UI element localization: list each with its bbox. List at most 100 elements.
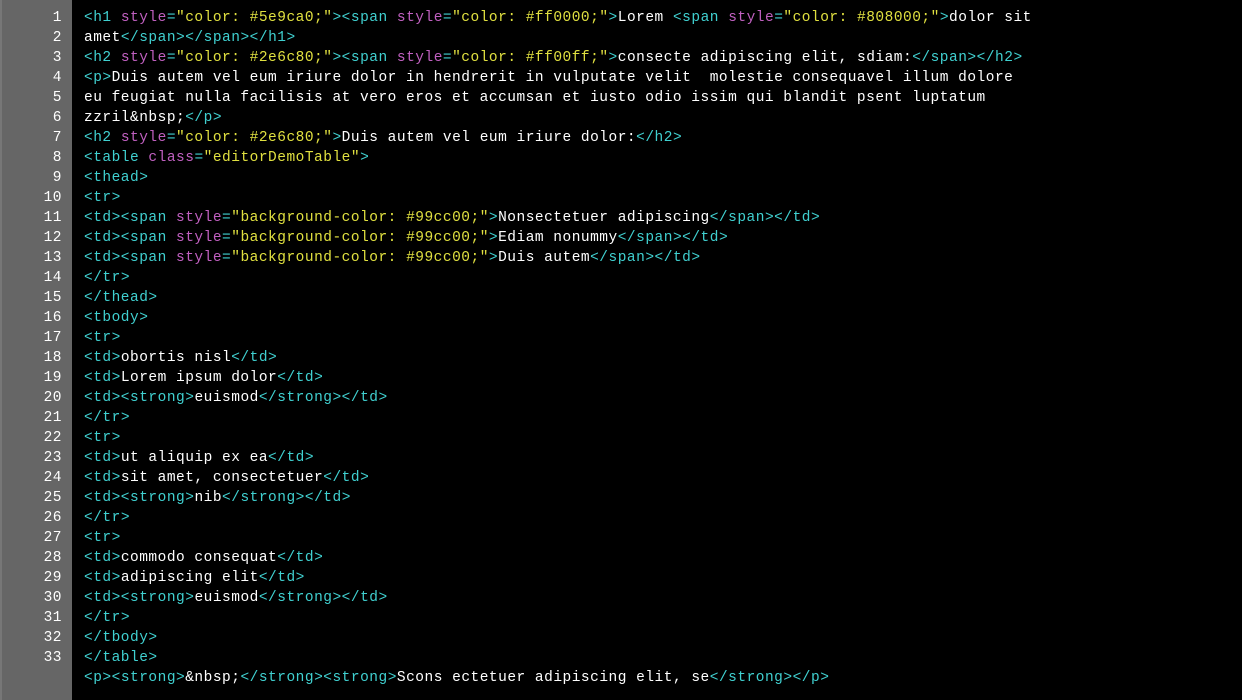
- code-token: td: [296, 550, 314, 566]
- code-line[interactable]: </tr>: [84, 608, 1242, 628]
- code-token: >: [148, 290, 157, 306]
- code-token: </: [240, 670, 258, 686]
- code-token: Duis autem: [498, 250, 590, 266]
- code-line[interactable]: <td>sit amet, consectetuer</td>: [84, 468, 1242, 488]
- code-editor[interactable]: 1234567891011121314151617181920212223242…: [0, 0, 1242, 700]
- code-line[interactable]: <table class="editorDemoTable">: [84, 148, 1242, 168]
- code-token: </: [84, 410, 102, 426]
- code-token: tbody: [102, 630, 148, 646]
- code-token: >: [489, 210, 498, 226]
- line-number: 24: [2, 468, 62, 488]
- code-line[interactable]: </thead>: [84, 288, 1242, 308]
- line-number: 6: [2, 108, 62, 128]
- code-line[interactable]: <p>Duis autem vel eum iriure dolor in he…: [84, 68, 1242, 88]
- code-token: td: [701, 230, 719, 246]
- code-token: class: [148, 150, 194, 166]
- code-line[interactable]: <td>obortis nisl</td>: [84, 348, 1242, 368]
- code-line[interactable]: amet</span></span></h1>: [84, 28, 1242, 48]
- code-line[interactable]: </tbody>: [84, 628, 1242, 648]
- line-number: 4: [2, 68, 62, 88]
- code-line[interactable]: <td><strong>euismod</strong></td>: [84, 388, 1242, 408]
- code-token: <: [84, 490, 93, 506]
- code-token: td: [93, 490, 111, 506]
- line-number: 21: [2, 408, 62, 428]
- code-line[interactable]: <td>adipiscing elit</td>: [84, 568, 1242, 588]
- code-token: >: [489, 230, 498, 246]
- code-line[interactable]: <h1 style="color: #5e9ca0;"><span style=…: [84, 8, 1242, 28]
- code-token: [719, 10, 728, 26]
- code-line[interactable]: zzril&nbsp;</p>: [84, 108, 1242, 128]
- code-token: >: [112, 570, 121, 586]
- code-line[interactable]: <td><span style="background-color: #99cc…: [84, 228, 1242, 248]
- code-token: h2: [93, 50, 111, 66]
- code-token: </: [710, 210, 728, 226]
- code-line[interactable]: <thead>: [84, 168, 1242, 188]
- code-line[interactable]: <tr>: [84, 188, 1242, 208]
- code-token: ></: [967, 50, 995, 66]
- code-token: strong: [259, 670, 314, 686]
- code-token: =: [167, 130, 176, 146]
- code-line[interactable]: <td><strong>nib</strong></td>: [84, 488, 1242, 508]
- code-token: td: [93, 450, 111, 466]
- code-line[interactable]: <td><span style="background-color: #99cc…: [84, 248, 1242, 268]
- line-number: 8: [2, 148, 62, 168]
- code-token: >: [360, 150, 369, 166]
- code-line[interactable]: <tr>: [84, 328, 1242, 348]
- code-token: td: [673, 250, 691, 266]
- code-line[interactable]: <tr>: [84, 528, 1242, 548]
- code-token: style: [121, 130, 167, 146]
- code-token: </: [912, 50, 930, 66]
- code-token: >: [609, 50, 618, 66]
- code-token: =: [194, 150, 203, 166]
- code-token: ut aliquip ex ea: [121, 450, 268, 466]
- code-token: Duis autem vel eum iriure dolor:: [342, 130, 636, 146]
- code-token: >: [112, 470, 121, 486]
- code-line[interactable]: <td><span style="background-color: #99cc…: [84, 208, 1242, 228]
- code-token: td: [93, 390, 111, 406]
- code-line[interactable]: </tr>: [84, 408, 1242, 428]
- line-number: 23: [2, 448, 62, 468]
- code-line[interactable]: <td>commodo consequat</td>: [84, 548, 1242, 568]
- code-token: dolor sit: [949, 10, 1041, 26]
- code-token: tr: [102, 610, 120, 626]
- code-token: amet: [84, 30, 121, 46]
- code-line[interactable]: <tbody>: [84, 308, 1242, 328]
- code-token: ><: [102, 670, 120, 686]
- code-token: >: [121, 270, 130, 286]
- code-token: >: [148, 650, 157, 666]
- code-token: "color: #5e9ca0;": [176, 10, 332, 26]
- code-area[interactable]: <h1 style="color: #5e9ca0;"><span style=…: [72, 0, 1242, 700]
- code-token: Lorem: [618, 10, 673, 26]
- code-line[interactable]: </tr>: [84, 508, 1242, 528]
- code-token: adipiscing elit: [121, 570, 259, 586]
- code-token: tr: [93, 330, 111, 346]
- code-token: >: [121, 610, 130, 626]
- code-token: >: [940, 10, 949, 26]
- code-token: consecte adipiscing elit, sdiam:: [618, 50, 912, 66]
- code-line[interactable]: </tr>: [84, 268, 1242, 288]
- code-token: >: [388, 670, 397, 686]
- code-token: </: [84, 510, 102, 526]
- code-line[interactable]: </table>: [84, 648, 1242, 668]
- code-token: </: [84, 650, 102, 666]
- code-token: >: [811, 210, 820, 226]
- code-token: <: [84, 210, 93, 226]
- code-token: >: [691, 250, 700, 266]
- code-line[interactable]: <td><strong>euismod</strong></td>: [84, 588, 1242, 608]
- code-line[interactable]: <h2 style="color: #2e6c80;"><span style=…: [84, 48, 1242, 68]
- code-line[interactable]: eu feugiat nulla facilisis at vero eros …: [84, 88, 1242, 108]
- code-line[interactable]: <td>ut aliquip ex ea</td>: [84, 448, 1242, 468]
- code-token: h2: [655, 130, 673, 146]
- code-token: >: [268, 350, 277, 366]
- code-token: >: [112, 430, 121, 446]
- code-token: td: [296, 370, 314, 386]
- code-line[interactable]: <td>Lorem ipsum dolor</td>: [84, 368, 1242, 388]
- line-number: 5: [2, 88, 62, 108]
- code-token: <: [84, 50, 93, 66]
- code-line[interactable]: <tr>: [84, 428, 1242, 448]
- code-line[interactable]: <p><strong>&nbsp;</strong><strong>Scons …: [84, 668, 1242, 688]
- line-number: 27: [2, 528, 62, 548]
- code-token: zzril&nbsp;: [84, 110, 185, 126]
- code-line[interactable]: <h2 style="color: #2e6c80;">Duis autem v…: [84, 128, 1242, 148]
- code-token: thead: [93, 170, 139, 186]
